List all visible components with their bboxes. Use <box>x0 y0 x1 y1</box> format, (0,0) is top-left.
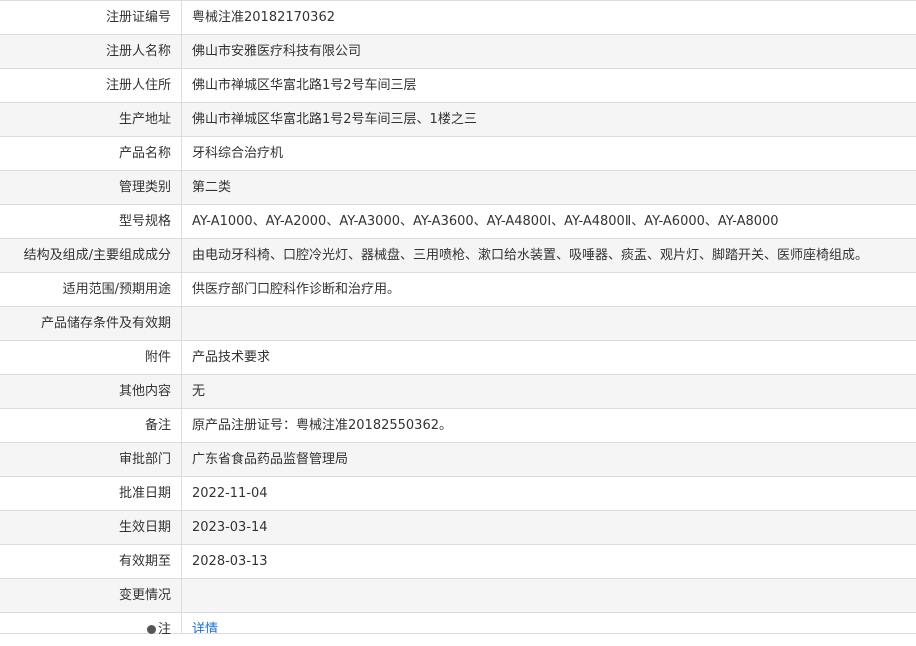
field-label: 注册人名称 <box>0 35 182 68</box>
field-label: 管理类别 <box>0 171 182 204</box>
field-label: 生产地址 <box>0 103 182 136</box>
field-label: 注册证编号 <box>0 1 182 34</box>
row-remarks: 备注 原产品注册证号：粤械注准20182550362。 <box>0 409 916 443</box>
field-value: 第二类 <box>182 171 916 204</box>
row-registrant-address: 注册人住所 佛山市禅城区华富北路1号2号车间三层 <box>0 69 916 103</box>
field-value: 牙科综合治疗机 <box>182 137 916 170</box>
row-effective-date: 生效日期 2023-03-14 <box>0 511 916 545</box>
row-product-name: 产品名称 牙科综合治疗机 <box>0 137 916 171</box>
row-registrant-name: 注册人名称 佛山市安雅医疗科技有限公司 <box>0 35 916 69</box>
field-value: 无 <box>182 375 916 408</box>
row-production-address: 生产地址 佛山市禅城区华富北路1号2号车间三层、1楼之三 <box>0 103 916 137</box>
row-note: 注 详情 <box>0 613 916 637</box>
info-dot-icon <box>146 625 156 634</box>
row-attachment: 附件 产品技术要求 <box>0 341 916 375</box>
field-label: 注册人住所 <box>0 69 182 102</box>
field-label: 附件 <box>0 341 182 374</box>
field-label: 型号规格 <box>0 205 182 238</box>
row-change-history: 变更情况 <box>0 579 916 613</box>
row-storage-conditions: 产品储存条件及有效期 <box>0 307 916 341</box>
row-approval-date: 批准日期 2022-11-04 <box>0 477 916 511</box>
field-value: 产品技术要求 <box>182 341 916 374</box>
row-structure-composition: 结构及组成/主要组成成分 由电动牙科椅、口腔冷光灯、器械盘、三用喷枪、漱口给水装… <box>0 239 916 273</box>
field-label: 生效日期 <box>0 511 182 544</box>
field-value: 佛山市安雅医疗科技有限公司 <box>182 35 916 68</box>
field-value <box>182 307 916 340</box>
field-value: 粤械注准20182170362 <box>182 1 916 34</box>
row-registration-number: 注册证编号 粤械注准20182170362 <box>0 1 916 35</box>
field-value: AY-A1000、AY-A2000、AY-A3000、AY-A3600、AY-A… <box>182 205 916 238</box>
note-label: 注 <box>157 622 171 637</box>
field-label: 结构及组成/主要组成成分 <box>0 239 182 272</box>
field-label: 变更情况 <box>0 579 182 612</box>
row-approval-department: 审批部门 广东省食品药品监督管理局 <box>0 443 916 477</box>
field-value: 供医疗部门口腔科作诊断和治疗用。 <box>182 273 916 306</box>
field-value: 2028-03-13 <box>182 545 916 578</box>
field-value: 原产品注册证号：粤械注准20182550362。 <box>182 409 916 442</box>
field-value: 由电动牙科椅、口腔冷光灯、器械盘、三用喷枪、漱口给水装置、吸唾器、痰盂、观片灯、… <box>182 239 916 272</box>
field-label: 注 <box>0 613 182 637</box>
field-value: 佛山市禅城区华富北路1号2号车间三层 <box>182 69 916 102</box>
field-value: 佛山市禅城区华富北路1号2号车间三层、1楼之三 <box>182 103 916 136</box>
row-model-spec: 型号规格 AY-A1000、AY-A2000、AY-A3000、AY-A3600… <box>0 205 916 239</box>
field-value: 广东省食品药品监督管理局 <box>182 443 916 476</box>
field-label: 产品储存条件及有效期 <box>0 307 182 340</box>
field-label: 产品名称 <box>0 137 182 170</box>
field-value: 2023-03-14 <box>182 511 916 544</box>
field-label: 有效期至 <box>0 545 182 578</box>
field-label: 备注 <box>0 409 182 442</box>
field-value <box>182 579 916 612</box>
field-value: 2022-11-04 <box>182 477 916 510</box>
field-label: 其他内容 <box>0 375 182 408</box>
field-value: 详情 <box>182 613 916 633</box>
details-link[interactable]: 详情 <box>192 622 218 633</box>
row-other-content: 其他内容 无 <box>0 375 916 409</box>
field-label: 适用范围/预期用途 <box>0 273 182 306</box>
field-label: 批准日期 <box>0 477 182 510</box>
registration-details-table: 注册证编号 粤械注准20182170362 注册人名称 佛山市安雅医疗科技有限公… <box>0 0 916 637</box>
row-management-category: 管理类别 第二类 <box>0 171 916 205</box>
field-label: 审批部门 <box>0 443 182 476</box>
row-valid-until: 有效期至 2028-03-13 <box>0 545 916 579</box>
row-intended-use: 适用范围/预期用途 供医疗部门口腔科作诊断和治疗用。 <box>0 273 916 307</box>
